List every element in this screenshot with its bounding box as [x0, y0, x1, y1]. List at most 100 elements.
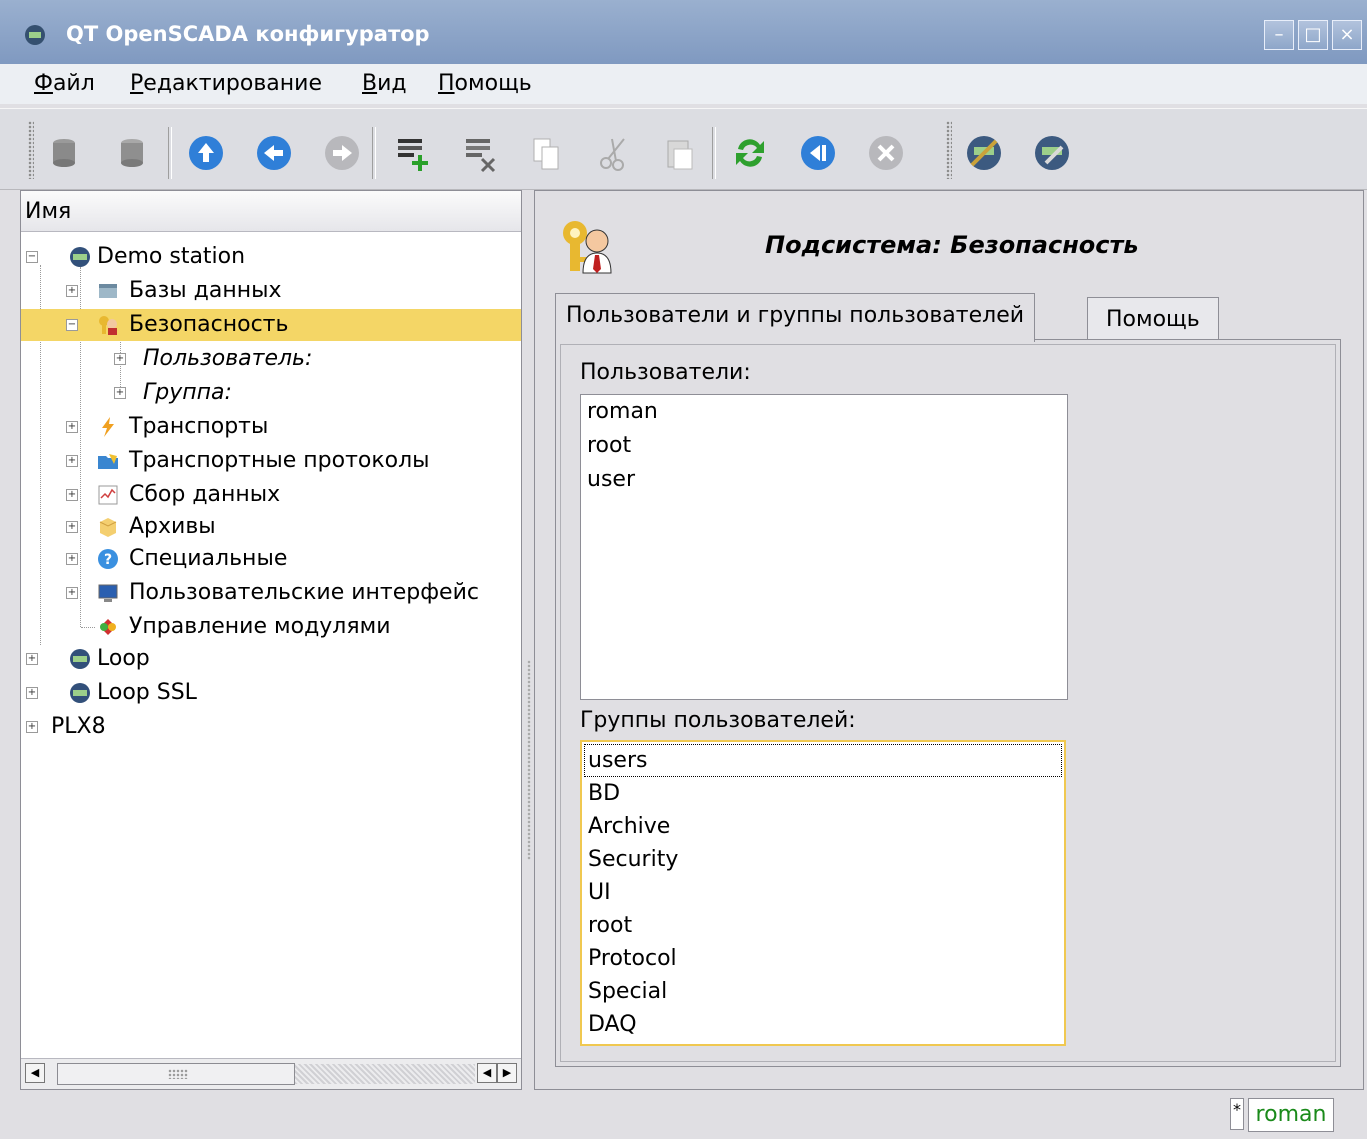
expand-icon[interactable]: +	[66, 421, 78, 433]
svg-text:?: ?	[104, 552, 112, 568]
tree-item-daq[interactable]: + Сбор данных	[21, 479, 521, 511]
expand-icon[interactable]: +	[26, 721, 38, 733]
tree-item-label: Пользовательские интерфейс	[129, 580, 479, 605]
up-icon[interactable]	[186, 133, 226, 173]
tree-item-security[interactable]: − Безопасность	[21, 309, 521, 341]
list-item[interactable]: BD	[588, 777, 620, 810]
scroll-left-arrow-icon[interactable]: ◀	[477, 1063, 497, 1083]
collapse-icon[interactable]: −	[26, 251, 38, 263]
list-item[interactable]: users	[584, 744, 1062, 777]
start-icon[interactable]	[798, 133, 838, 173]
expand-icon[interactable]: +	[66, 489, 78, 501]
chart-icon	[98, 485, 118, 505]
expand-icon[interactable]: +	[26, 687, 38, 699]
tree-item-users[interactable]: + Пользователь:	[21, 343, 521, 375]
db-load-icon[interactable]	[44, 133, 84, 173]
tab-users-groups[interactable]: Пользователи и группы пользователей	[555, 293, 1036, 342]
modules-icon	[100, 619, 116, 635]
toolbar	[0, 108, 1367, 190]
current-user-label[interactable]: roman	[1248, 1098, 1334, 1132]
tree-item-label: Безопасность	[129, 312, 289, 337]
toolbar-grip[interactable]	[946, 121, 952, 179]
expand-icon[interactable]: +	[66, 587, 78, 599]
tree-item-groups[interactable]: + Группа:	[21, 377, 521, 409]
app-icon	[25, 25, 45, 45]
scrollbar-thumb[interactable]	[57, 1063, 295, 1085]
horizontal-scrollbar[interactable]: ◀ ◀ ▶	[21, 1058, 521, 1089]
minimize-button[interactable]: –	[1264, 20, 1294, 50]
scroll-left-arrow-icon[interactable]: ◀	[25, 1063, 45, 1083]
tree-item-loop-ssl[interactable]: + Loop SSL	[21, 677, 521, 709]
tree-item-label: PLX8	[51, 714, 106, 739]
expand-icon[interactable]: +	[26, 653, 38, 665]
tree-item-protocols[interactable]: + Транспортные протоколы	[21, 445, 521, 477]
db-save-icon[interactable]	[112, 133, 152, 173]
tree-item-label: Базы данных	[129, 278, 282, 303]
security-icon	[99, 316, 117, 335]
page-title: Подсистема: Безопасность	[765, 231, 1139, 259]
tree-line	[81, 627, 95, 629]
tree-item-modules[interactable]: Управление модулями	[21, 611, 521, 643]
menu-file[interactable]: Файл	[34, 71, 95, 96]
maximize-button[interactable]: □	[1298, 20, 1328, 50]
paste-icon[interactable]	[660, 133, 700, 173]
menu-bar: Файл Редактирование Вид Помощь	[0, 64, 1367, 104]
users-list[interactable]: roman root user	[580, 394, 1068, 700]
title-bar: QT OpenSCADA конфигуратор – □ ×	[0, 0, 1367, 70]
tab-help[interactable]: Помощь	[1087, 297, 1219, 342]
station-icon	[70, 649, 90, 669]
tree-item-demo-station[interactable]: − Demo station	[21, 241, 521, 273]
add-item-icon[interactable]	[392, 133, 432, 173]
copy-icon[interactable]	[526, 133, 566, 173]
list-item[interactable]: DAQ	[588, 1008, 637, 1041]
list-item[interactable]: Security	[588, 843, 678, 876]
list-item[interactable]: Archive	[588, 810, 670, 843]
scroll-right-arrow-icon[interactable]: ▶	[497, 1063, 517, 1083]
stop-icon[interactable]	[866, 133, 906, 173]
list-item[interactable]: root	[587, 429, 631, 462]
expand-icon[interactable]: +	[66, 521, 78, 533]
list-item[interactable]: user	[587, 463, 635, 496]
menu-edit[interactable]: Редактирование	[130, 71, 322, 96]
refresh-icon[interactable]	[730, 133, 770, 173]
toolbar-separator	[372, 127, 376, 179]
tree-item-plx8[interactable]: + PLX8	[21, 711, 521, 743]
delete-item-icon[interactable]	[460, 133, 500, 173]
monitor-icon	[98, 584, 118, 602]
list-item[interactable]: roman	[587, 395, 658, 428]
list-item[interactable]: Special	[588, 975, 667, 1008]
list-item[interactable]: Protocol	[588, 942, 677, 975]
close-button[interactable]: ×	[1332, 20, 1362, 50]
scrollbar-track[interactable]	[295, 1064, 475, 1084]
menu-view[interactable]: Вид	[362, 71, 407, 96]
toolbar-separator	[168, 127, 172, 179]
modified-indicator: *	[1230, 1098, 1244, 1130]
splitter-grip	[527, 660, 531, 860]
expand-icon[interactable]: +	[114, 353, 126, 365]
tree-item-databases[interactable]: + Базы данных	[21, 275, 521, 307]
expand-icon[interactable]: +	[66, 553, 78, 565]
station-connect-icon[interactable]	[964, 133, 1004, 173]
tree-item-label: Архивы	[129, 514, 216, 539]
expand-icon[interactable]: +	[66, 455, 78, 467]
tree-item-archives[interactable]: + Архивы	[21, 511, 521, 543]
tree-item-loop[interactable]: + Loop	[21, 643, 521, 675]
tree-item-special[interactable]: + ? Специальные	[21, 543, 521, 575]
menu-help[interactable]: Помощь	[438, 71, 532, 96]
back-icon[interactable]	[254, 133, 294, 173]
station-config-icon[interactable]	[1032, 133, 1072, 173]
expand-icon[interactable]: +	[114, 387, 126, 399]
list-item[interactable]: UI	[588, 876, 611, 909]
tree-header[interactable]: Имя	[21, 191, 521, 232]
tree-item-transports[interactable]: + Транспорты	[21, 411, 521, 443]
cut-icon[interactable]	[594, 133, 634, 173]
panel-splitter[interactable]	[525, 190, 531, 1088]
expand-icon[interactable]: +	[66, 285, 78, 297]
tree-item-ui[interactable]: + Пользовательские интерфейс	[21, 577, 521, 609]
toolbar-grip[interactable]	[28, 121, 34, 179]
list-item[interactable]: root	[588, 909, 632, 942]
forward-icon[interactable]	[322, 133, 362, 173]
help-circle-icon: ?	[98, 549, 118, 569]
collapse-icon[interactable]: −	[66, 319, 78, 331]
groups-list[interactable]: users BD Archive Security UI root Protoc…	[580, 740, 1066, 1046]
